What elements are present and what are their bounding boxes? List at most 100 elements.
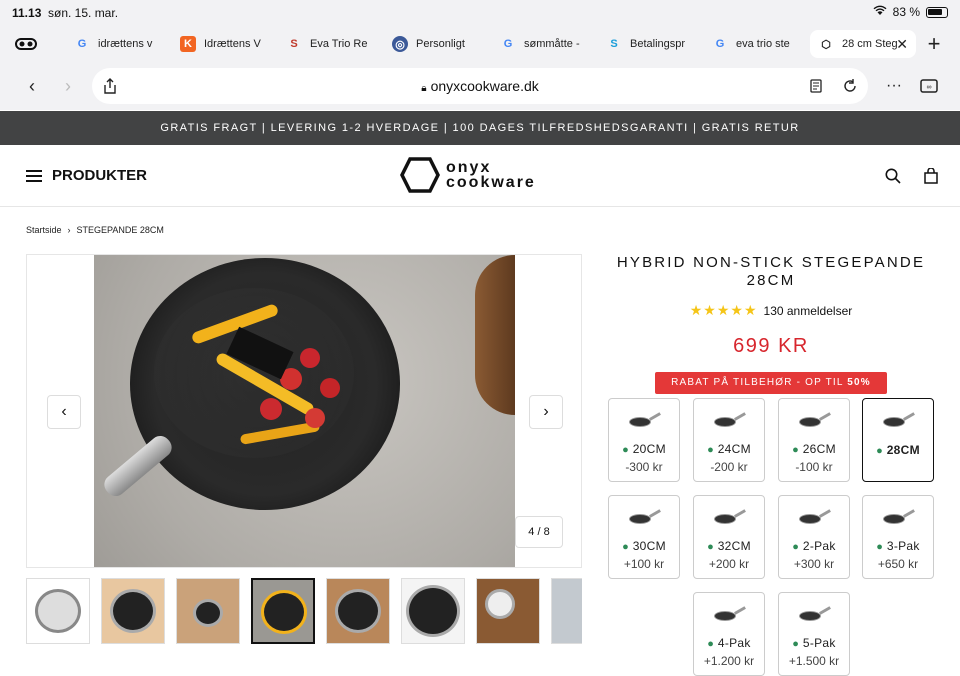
- variant-option[interactable]: ● 20CM -300 kr: [608, 398, 680, 482]
- variant-price: +1.200 kr: [703, 654, 755, 668]
- thumbnail-6[interactable]: [401, 578, 465, 644]
- thumbnail-7[interactable]: [476, 578, 540, 644]
- thumbnail-1[interactable]: [26, 578, 90, 644]
- pan-set-icon: [714, 606, 746, 623]
- tab-3[interactable]: S Eva Trio Re: [278, 30, 382, 58]
- product-title: HYBRID NON-STICK STEGEPANDE 28CM: [616, 254, 926, 289]
- battery-percent: 83 %: [892, 5, 920, 19]
- pan-icon: [629, 412, 661, 429]
- more-icon[interactable]: ···: [884, 74, 904, 98]
- google-icon: G: [715, 38, 725, 50]
- thumbnail-8[interactable]: [551, 578, 582, 644]
- in-stock-dot-icon: ●: [792, 638, 800, 650]
- tab-6[interactable]: S Betalingspr: [598, 30, 702, 58]
- tab-label: 28 cm Steg: [842, 38, 898, 50]
- new-tab-icon[interactable]: +: [922, 31, 946, 56]
- variant-price: +200 kr: [708, 557, 750, 571]
- variant-option[interactable]: ● 3-Pak +650 kr: [862, 495, 934, 579]
- tab-2[interactable]: K Idrættens V: [172, 30, 276, 58]
- hamburger-icon: [26, 169, 42, 182]
- in-stock-dot-icon: ●: [622, 541, 630, 553]
- discount-badge: RABAT PÅ TILBEHØR - OP TIL 50%: [655, 372, 887, 394]
- variant-price: +650 kr: [877, 557, 919, 571]
- thumbnail-2[interactable]: [101, 578, 165, 644]
- variant-option[interactable]: ● 30CM +100 kr: [608, 495, 680, 579]
- cart-bag-icon[interactable]: [920, 165, 942, 187]
- pan-icon: [714, 412, 746, 429]
- tab-5[interactable]: G sømmåtte -: [492, 30, 596, 58]
- tab-label: Personligt: [416, 38, 465, 50]
- tab-label: sømmåtte -: [524, 38, 580, 50]
- private-mode-icon[interactable]: [14, 32, 38, 56]
- variant-price: -200 kr: [710, 460, 748, 474]
- gallery-next-button[interactable]: ›: [529, 395, 563, 429]
- thumbnail-3[interactable]: [176, 578, 240, 644]
- s-brand-icon: S: [610, 38, 618, 50]
- url-text[interactable]: 🔒︎ onyxcookware.dk: [92, 78, 868, 94]
- in-stock-dot-icon: ●: [707, 444, 715, 456]
- thumbnail-5[interactable]: [326, 578, 390, 644]
- address-bar[interactable]: 🔒︎ onyxcookware.dk: [92, 68, 868, 104]
- status-time: 11.13: [12, 6, 42, 20]
- star-rating-icon: ★★★★★: [689, 302, 758, 318]
- pan-icon: [714, 509, 746, 526]
- product-rating[interactable]: ★★★★★ 130 anmeldelser: [608, 302, 934, 319]
- google-icon: G: [503, 38, 513, 50]
- tab-1[interactable]: G idrættens v: [66, 30, 170, 58]
- in-stock-dot-icon: ●: [792, 541, 800, 553]
- reload-icon[interactable]: [840, 76, 860, 96]
- onyx-hexagon-icon: [400, 157, 440, 193]
- svg-text:∞: ∞: [927, 84, 932, 91]
- variant-option[interactable]: ● 32CM +200 kr: [693, 495, 765, 579]
- lock-icon: 🔒︎: [421, 83, 427, 94]
- review-count: 130 anmeldelser: [763, 303, 853, 318]
- in-stock-dot-icon: ●: [876, 445, 884, 457]
- variant-option[interactable]: ● 24CM -200 kr: [693, 398, 765, 482]
- thumbnail-strip: [26, 578, 582, 644]
- back-icon[interactable]: ‹: [20, 74, 44, 98]
- thumbnail-4-active[interactable]: [251, 578, 315, 644]
- in-stock-dot-icon: ●: [792, 444, 800, 456]
- forward-icon[interactable]: ›: [56, 74, 80, 98]
- pan-set-icon: [799, 509, 831, 526]
- in-stock-dot-icon: ●: [622, 444, 630, 456]
- logo-line-2: cookware: [446, 174, 536, 191]
- in-stock-dot-icon: ●: [707, 541, 715, 553]
- close-tab-icon[interactable]: ✕: [896, 36, 908, 53]
- in-stock-dot-icon: ●: [707, 638, 715, 650]
- tab-8-active[interactable]: ⬡ 28 cm Steg ✕: [810, 30, 916, 58]
- variant-price: -300 kr: [625, 460, 663, 474]
- gallery-prev-button[interactable]: ‹: [47, 395, 81, 429]
- tab-label: Betalingspr: [630, 38, 686, 50]
- site-header: PRODUKTER onyx cookware: [0, 145, 960, 207]
- tab-overview-icon[interactable]: ∞: [918, 74, 940, 98]
- onyx-hexagon-icon: ⬡: [821, 38, 831, 51]
- s-brand-icon: S: [290, 38, 298, 50]
- k-brand-icon: K: [180, 36, 196, 52]
- breadcrumb-home[interactable]: Startside: [26, 225, 62, 235]
- site-logo[interactable]: onyx cookware: [400, 157, 536, 193]
- status-bar: 11.13 søn. 15. mar. 83 %: [0, 0, 960, 26]
- gallery-counter: 4 / 8: [515, 516, 563, 548]
- tab-bar: G idrættens v K Idrættens V S Eva Trio R…: [0, 26, 960, 62]
- battery-icon: [926, 6, 948, 18]
- chevron-right-icon: ›: [543, 403, 549, 420]
- pan-set-icon: [799, 606, 831, 623]
- variant-option[interactable]: ● 4-Pak +1.200 kr: [693, 592, 765, 676]
- variant-option-selected[interactable]: ● 28CM: [862, 398, 934, 482]
- reader-mode-icon[interactable]: [806, 76, 826, 96]
- tab-4[interactable]: ◎ Personligt: [384, 30, 488, 58]
- pan-set-icon: [883, 509, 915, 526]
- logo-line-1: onyx: [446, 159, 492, 176]
- variant-option[interactable]: ● 5-Pak +1.500 kr: [778, 592, 850, 676]
- pan-icon: [883, 412, 915, 429]
- tab-label: Eva Trio Re: [310, 38, 368, 50]
- variant-option[interactable]: ● 26CM -100 kr: [778, 398, 850, 482]
- variant-price: +100 kr: [623, 557, 665, 571]
- tab-7[interactable]: G eva trio ste: [704, 30, 808, 58]
- variant-option[interactable]: ● 2-Pak +300 kr: [778, 495, 850, 579]
- search-icon[interactable]: [882, 165, 904, 187]
- product-price: 699 KR: [733, 335, 809, 357]
- product-main-image[interactable]: [94, 255, 515, 567]
- products-menu-button[interactable]: PRODUKTER: [26, 167, 147, 184]
